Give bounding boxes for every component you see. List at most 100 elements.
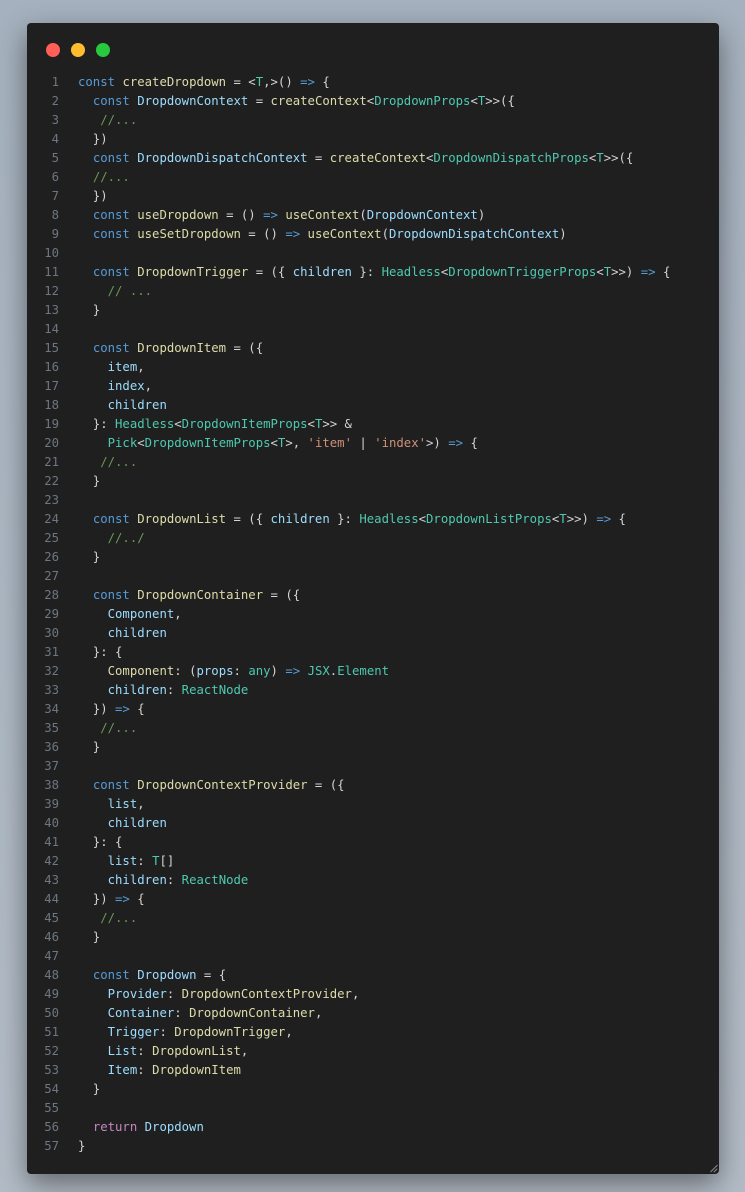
code-token: const bbox=[78, 75, 116, 89]
line-code: children bbox=[78, 814, 167, 833]
minimize-icon[interactable] bbox=[71, 43, 85, 57]
line-number: 11 bbox=[44, 265, 59, 279]
code-line: 1 const createDropdown = <T,>() => { bbox=[27, 73, 719, 92]
line-number: 35 bbox=[44, 721, 59, 735]
code-line: 38 const DropdownContextProvider = ({ bbox=[27, 776, 719, 795]
line-number: 40 bbox=[44, 816, 59, 830]
line-code: } bbox=[78, 301, 100, 320]
code-line: 21 //... bbox=[27, 453, 719, 472]
code-token: : bbox=[159, 1025, 175, 1039]
line-number: 13 bbox=[44, 303, 59, 317]
code-token: children bbox=[270, 512, 330, 526]
code-token: }: { bbox=[78, 835, 123, 849]
code-token: = bbox=[307, 151, 330, 165]
line-number: 18 bbox=[44, 398, 59, 412]
code-line: 19 }: Headless<DropdownItemProps<T>> & bbox=[27, 415, 719, 434]
close-icon[interactable] bbox=[46, 43, 60, 57]
code-token: => bbox=[640, 265, 656, 279]
code-line: 42 list: T[] bbox=[27, 852, 719, 871]
line-code: //... bbox=[78, 719, 137, 738]
code-token: list bbox=[107, 854, 138, 868]
code-token: 'index' bbox=[374, 436, 427, 450]
code-line: 4 }) bbox=[27, 130, 719, 149]
line-code: item, bbox=[78, 358, 145, 377]
code-token: : ( bbox=[174, 664, 197, 678]
code-token: , bbox=[137, 360, 145, 374]
code-line: 6 //... bbox=[27, 168, 719, 187]
code-token: children bbox=[107, 816, 167, 830]
code-token: T bbox=[255, 75, 264, 89]
code-line: 15 const DropdownItem = ({ bbox=[27, 339, 719, 358]
code-token: createContext bbox=[270, 94, 367, 108]
code-token: DropdownItemProps bbox=[144, 436, 271, 450]
code-token: >> & bbox=[322, 417, 352, 431]
code-line: 10 bbox=[27, 244, 719, 263]
code-token: DropdownTrigger bbox=[174, 1025, 286, 1039]
code-token: , bbox=[351, 987, 360, 1001]
line-number: 19 bbox=[44, 417, 59, 431]
code-token: ReactNode bbox=[181, 873, 249, 887]
code-token: Component bbox=[107, 607, 175, 621]
code-token: DropdownContextProvider bbox=[137, 778, 308, 792]
line-code: return Dropdown bbox=[78, 1118, 204, 1137]
code-token: } bbox=[78, 740, 101, 754]
code-token: : bbox=[137, 1044, 153, 1058]
code-token: Component bbox=[107, 664, 175, 678]
code-token: DropdownItemProps bbox=[181, 417, 308, 431]
code-editor[interactable]: 1 const createDropdown = <T,>() => {2 con… bbox=[27, 73, 719, 1156]
zoom-icon[interactable] bbox=[96, 43, 110, 57]
code-line: 29 Component, bbox=[27, 605, 719, 624]
code-window: 1 const createDropdown = <T,>() => {2 con… bbox=[27, 23, 719, 1174]
code-token: children bbox=[292, 265, 352, 279]
code-line: 40 children bbox=[27, 814, 719, 833]
line-number: 56 bbox=[44, 1120, 59, 1134]
code-token: item bbox=[107, 360, 138, 374]
code-token: children bbox=[107, 683, 167, 697]
code-token: < bbox=[270, 436, 278, 450]
code-line: 47 bbox=[27, 947, 719, 966]
code-token: }) bbox=[78, 892, 116, 906]
code-line: 51 Trigger: DropdownTrigger, bbox=[27, 1023, 719, 1042]
code-line: 16 item, bbox=[27, 358, 719, 377]
code-line: 18 children bbox=[27, 396, 719, 415]
resize-handle-icon[interactable] bbox=[709, 1164, 717, 1172]
code-token: list bbox=[107, 797, 138, 811]
line-code: const DropdownTrigger = ({ children }: H… bbox=[78, 263, 671, 282]
line-number: 54 bbox=[44, 1082, 59, 1096]
code-line: 57} bbox=[27, 1137, 719, 1156]
code-line: 9 const useSetDropdown = () => useContex… bbox=[27, 225, 719, 244]
line-code: } bbox=[78, 1080, 100, 1099]
line-number: 23 bbox=[44, 493, 59, 507]
code-token: // ... bbox=[107, 284, 153, 298]
code-token: = () bbox=[240, 227, 286, 241]
line-code: Item: DropdownItem bbox=[78, 1061, 241, 1080]
code-token: T bbox=[559, 512, 567, 526]
code-token: = < bbox=[226, 75, 256, 89]
line-number: 21 bbox=[44, 455, 59, 469]
line-number: 34 bbox=[44, 702, 59, 716]
code-token: //... bbox=[100, 113, 138, 127]
code-token: | bbox=[351, 436, 375, 450]
line-number: 45 bbox=[44, 911, 59, 925]
code-line: 31 }: { bbox=[27, 643, 719, 662]
code-token: >>({ bbox=[485, 94, 515, 108]
line-number: 53 bbox=[44, 1063, 59, 1077]
code-line: 56 return Dropdown bbox=[27, 1118, 719, 1137]
code-token: 'item' bbox=[307, 436, 352, 450]
code-token: const bbox=[92, 341, 130, 355]
code-token: ( bbox=[359, 208, 367, 222]
code-token: : bbox=[166, 683, 182, 697]
line-code: }: { bbox=[78, 643, 123, 662]
code-line: 52 List: DropdownList, bbox=[27, 1042, 719, 1061]
code-token: }: { bbox=[78, 645, 123, 659]
code-token: = ({ bbox=[263, 588, 301, 602]
line-code: const DropdownItem = ({ bbox=[78, 339, 263, 358]
